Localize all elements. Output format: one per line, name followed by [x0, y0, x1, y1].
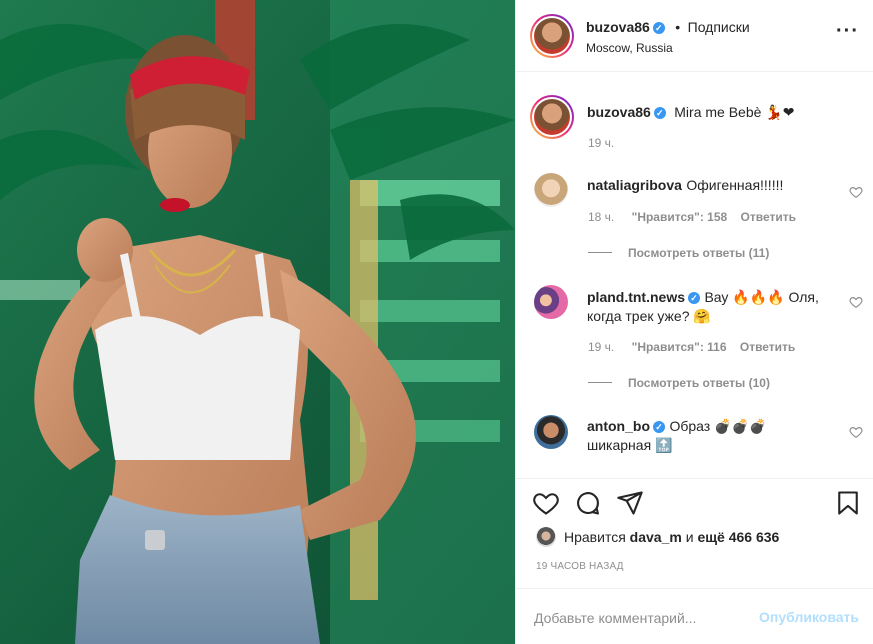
post-side-panel: buzova86 ✓ • Подписки Moscow, Russia ··· … [515, 0, 873, 644]
comment-item: pland.tnt.news ✓ Вау 🔥🔥🔥 Оля, когда трек … [587, 288, 827, 326]
follow-status-button[interactable]: Подписки [688, 19, 750, 35]
author-avatar[interactable] [530, 14, 574, 58]
post-image [0, 0, 515, 644]
header-separator: • [675, 19, 681, 35]
likes-prefix: Нравится [564, 529, 626, 545]
comment-text: Офигенная!!!!!! [686, 177, 784, 193]
heart-icon[interactable] [532, 489, 560, 517]
comment-meta: 18 ч. "Нравится": 158 Ответить [588, 210, 796, 224]
caption-time[interactable]: 19 ч. [588, 136, 614, 150]
verified-icon: ✓ [652, 22, 665, 34]
comment-item: anton_bo ✓ Образ 💣💣💣 шикарная 🔝 [587, 417, 827, 455]
post-actions: Нравится dava_m и ещё 466 636 19 ЧАСОВ Н… [516, 478, 873, 579]
comment-avatar[interactable] [534, 415, 568, 449]
view-replies-button[interactable]: Посмотреть ответы (10) [588, 376, 770, 390]
liker-avatar[interactable] [536, 527, 556, 547]
author-username[interactable]: buzova86 [586, 19, 650, 35]
more-options-icon[interactable]: ··· [836, 21, 859, 41]
comment-item: nataliagribova Офигенная!!!!!! [587, 176, 827, 195]
replies-dash [588, 252, 612, 253]
comment-likes[interactable]: "Нравится": 116 [632, 340, 727, 354]
post-header: buzova86 ✓ • Подписки Moscow, Russia ··· [516, 0, 873, 72]
likes-count-button[interactable]: ещё 466 636 [697, 529, 779, 545]
view-replies-label: Посмотреть ответы (10) [628, 376, 770, 390]
caption-avatar[interactable] [530, 95, 574, 139]
view-replies-label: Посмотреть ответы (11) [628, 246, 770, 260]
comment-time[interactable]: 19 ч. [588, 340, 614, 354]
comment-time[interactable]: 18 ч. [588, 210, 614, 224]
replies-dash [588, 382, 612, 383]
comment-input[interactable] [532, 605, 736, 631]
liker-username[interactable]: dava_m [630, 529, 682, 545]
comment-avatar[interactable] [534, 173, 568, 207]
likes-mid: и [685, 529, 694, 545]
reply-button[interactable]: Ответить [740, 340, 795, 354]
comment-username[interactable]: nataliagribova [587, 177, 682, 193]
comment-username[interactable]: pland.tnt.news [587, 289, 685, 305]
post-timestamp[interactable]: 19 ЧАСОВ НАЗАД [536, 561, 624, 572]
comment-icon[interactable] [574, 489, 602, 517]
comment-username[interactable]: anton_bo [587, 418, 650, 434]
comment-like-heart-icon[interactable] [849, 185, 863, 199]
instagram-post-viewer: buzova86 ✓ • Подписки Moscow, Russia ··· … [0, 0, 873, 644]
comment-like-heart-icon[interactable] [849, 295, 863, 309]
share-icon[interactable] [616, 489, 644, 517]
comment-form: Опубликовать [516, 588, 873, 644]
view-replies-button[interactable]: Посмотреть ответы (11) [588, 246, 769, 260]
likes-summary: Нравится dava_m и ещё 466 636 [536, 527, 779, 547]
comments-list[interactable]: buzova86 ✓ Mira me Bebè 💃❤ 19 ч. nataliag… [516, 73, 873, 478]
verified-icon: ✓ [653, 421, 665, 433]
caption-text: Mira me Bebè 💃❤ [674, 104, 795, 120]
publish-button[interactable]: Опубликовать [759, 609, 859, 625]
comment-likes[interactable]: "Нравится": 158 [632, 210, 728, 224]
post-caption: buzova86 ✓ Mira me Bebè 💃❤ [587, 103, 857, 122]
comment-like-heart-icon[interactable] [849, 425, 863, 439]
comment-avatar[interactable] [534, 285, 568, 319]
reply-button[interactable]: Ответить [741, 210, 796, 224]
verified-icon: ✓ [688, 292, 700, 304]
post-location[interactable]: Moscow, Russia [586, 41, 673, 55]
verified-icon: ✓ [653, 107, 666, 119]
comment-meta: 19 ч. "Нравится": 116 Ответить [588, 340, 795, 354]
post-photo[interactable] [0, 0, 515, 644]
bookmark-icon[interactable] [834, 489, 862, 517]
caption-username[interactable]: buzova86 [587, 104, 651, 120]
